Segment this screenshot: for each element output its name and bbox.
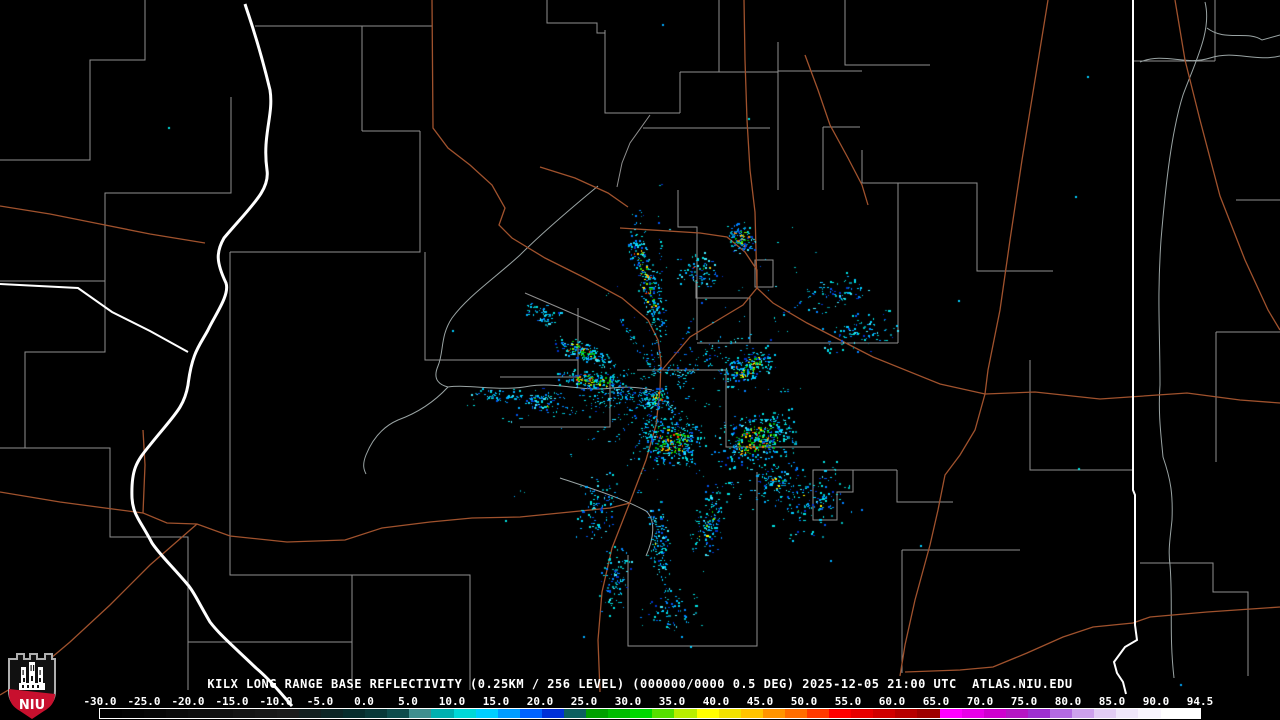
colorbar-segment <box>144 709 167 718</box>
colorbar-segment <box>1072 709 1095 718</box>
colorbar-segment <box>387 709 410 718</box>
colorbar-segment <box>1005 709 1028 718</box>
colorbar-segment <box>917 709 940 718</box>
colorbar-tick: 55.0 <box>834 695 862 708</box>
colorbar-segment <box>762 709 785 718</box>
colorbar-segment <box>630 709 653 718</box>
reflectivity-echoes <box>0 0 1280 720</box>
colorbar-segment <box>541 709 564 718</box>
colorbar-tick: -15.0 <box>215 695 249 708</box>
colorbar-segment <box>365 709 388 718</box>
colorbar-segment <box>851 709 874 718</box>
logo-text: NIU <box>19 698 45 713</box>
colorbar-segment <box>122 709 145 718</box>
colorbar-segment <box>563 709 587 718</box>
colorbar-tick: 60.0 <box>878 695 906 708</box>
colorbar-tick: 25.0 <box>570 695 598 708</box>
colorbar-segment <box>475 709 498 718</box>
reflectivity-colorbar <box>99 708 1201 719</box>
colorbar-tick-labels: -30.0 -25.0 -20.0 -15.0 -10.0 -5.0 0.0 5.0 10.0 1… <box>0 695 1280 708</box>
colorbar-tick: -30.0 <box>83 695 117 708</box>
colorbar-tick: 65.0 <box>922 695 950 708</box>
colorbar-tick: 70.0 <box>966 695 994 708</box>
colorbar-tick: 75.0 <box>1010 695 1038 708</box>
colorbar-tick: 15.0 <box>482 695 510 708</box>
colorbar-tick: 20.0 <box>526 695 554 708</box>
colorbar-segment <box>1160 709 1183 718</box>
colorbar-segment <box>807 709 830 718</box>
colorbar-segment <box>784 709 807 718</box>
colorbar-segment <box>1116 709 1139 718</box>
colorbar-segment <box>166 709 189 718</box>
colorbar-tick: 85.0 <box>1098 695 1126 708</box>
colorbar-segment <box>232 709 255 718</box>
colorbar-segment <box>188 709 211 718</box>
colorbar-segment <box>453 709 476 718</box>
colorbar-tick: 0.0 <box>354 695 374 708</box>
colorbar-tick: -20.0 <box>171 695 205 708</box>
colorbar-segment <box>652 709 675 718</box>
colorbar-segment <box>1182 709 1201 718</box>
colorbar-tick: -25.0 <box>127 695 161 708</box>
colorbar-segment <box>298 709 321 718</box>
colorbar-segment <box>497 709 520 718</box>
colorbar-segment <box>320 709 344 718</box>
colorbar-tick: -5.0 <box>306 695 334 708</box>
product-title: KILX LONG RANGE BASE REFLECTIVITY (0.25K… <box>207 677 1073 691</box>
colorbar-tick: -10.0 <box>259 695 293 708</box>
colorbar-segment <box>895 709 918 718</box>
colorbar-segment <box>431 709 454 718</box>
colorbar-tick: 45.0 <box>746 695 774 708</box>
colorbar-segment <box>873 709 896 718</box>
colorbar-segment <box>983 709 1006 718</box>
colorbar-segment <box>100 709 123 718</box>
colorbar-segment <box>1050 709 1073 718</box>
colorbar-tick: 10.0 <box>438 695 466 708</box>
colorbar-segment <box>696 709 719 718</box>
colorbar-segment <box>829 709 852 718</box>
colorbar-tick: 50.0 <box>790 695 818 708</box>
colorbar-segment <box>1094 709 1117 718</box>
colorbar-segment <box>1138 709 1161 718</box>
colorbar-segment <box>608 709 631 718</box>
colorbar-tick: 94.5 <box>1186 695 1214 708</box>
colorbar-segment <box>961 709 984 718</box>
colorbar-segment <box>343 709 366 718</box>
colorbar-segment <box>210 709 233 718</box>
colorbar-segment <box>519 709 542 718</box>
colorbar-tick: 5.0 <box>398 695 418 708</box>
colorbar-tick: 30.0 <box>614 695 642 708</box>
colorbar-tick: 35.0 <box>658 695 686 708</box>
colorbar-segment <box>586 709 609 718</box>
colorbar-segment <box>409 709 432 718</box>
colorbar-segment <box>939 709 962 718</box>
radar-display: KILX LONG RANGE BASE REFLECTIVITY (0.25K… <box>0 0 1280 720</box>
colorbar-segment <box>740 709 763 718</box>
colorbar-segment <box>254 709 277 718</box>
colorbar-segment <box>1027 709 1051 718</box>
colorbar-tick: 80.0 <box>1054 695 1082 708</box>
niu-logo: NIU <box>8 653 56 719</box>
colorbar-tick: 90.0 <box>1142 695 1170 708</box>
colorbar-tick: 40.0 <box>702 695 730 708</box>
colorbar-segment <box>276 709 299 718</box>
colorbar-segment <box>718 709 741 718</box>
colorbar-segment <box>674 709 697 718</box>
